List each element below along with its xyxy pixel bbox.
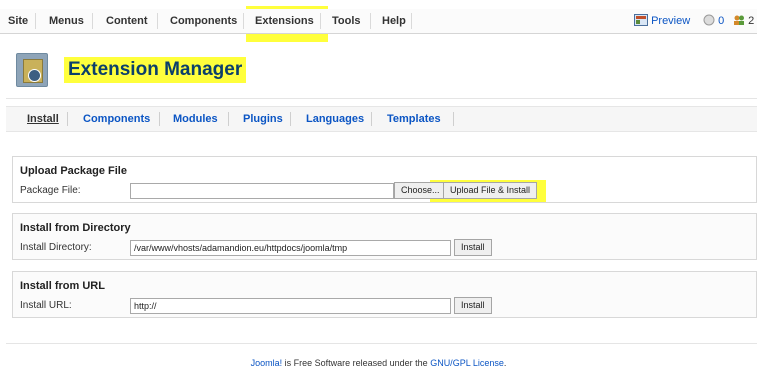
tab-install[interactable]: Install — [27, 112, 59, 126]
upload-install-button[interactable]: Upload File & Install — [443, 182, 538, 199]
directory-panel-title: Install from Directory — [20, 222, 131, 234]
menu-divider — [320, 13, 321, 29]
tab-divider — [67, 112, 68, 126]
menu-divider — [243, 13, 244, 29]
choose-file-button[interactable]: Choose... — [394, 182, 447, 199]
menu-site[interactable]: Site — [6, 12, 30, 30]
package-file-label: Package File: — [20, 185, 81, 196]
install-url-button[interactable]: Install — [454, 297, 492, 314]
tab-templates[interactable]: Templates — [387, 112, 441, 126]
messages-status[interactable]: 0 — [703, 13, 724, 29]
page-title: Extension Manager — [64, 57, 247, 83]
license-link[interactable]: GNU/GPL License — [430, 358, 504, 368]
url-panel-title: Install from URL — [20, 280, 105, 292]
footer-end: . — [503, 358, 507, 368]
footer-text: is Free Software released under the — [282, 358, 431, 368]
page-header: Extension Manager — [6, 44, 757, 99]
menu-components[interactable]: Components — [168, 12, 239, 30]
tab-languages[interactable]: Languages — [306, 112, 364, 126]
footer: Joomla! is Free Software released under … — [0, 358, 757, 368]
tab-components[interactable]: Components — [83, 112, 150, 126]
install-directory-button[interactable]: Install — [454, 239, 492, 256]
footer-divider — [6, 343, 757, 344]
tab-divider — [228, 112, 229, 126]
preview-link[interactable]: Preview — [634, 13, 690, 29]
install-url-panel: Install from URL Install URL: http:// In… — [12, 271, 757, 318]
users-icon — [734, 15, 744, 25]
menu-divider — [92, 13, 93, 29]
menu-divider — [411, 13, 412, 29]
users-status[interactable]: 2 — [733, 13, 754, 29]
tab-modules[interactable]: Modules — [173, 112, 218, 126]
extension-manager-icon — [16, 53, 48, 87]
tab-divider — [453, 112, 454, 126]
menu-content[interactable]: Content — [104, 12, 150, 30]
menu-help[interactable]: Help — [380, 12, 408, 30]
joomla-link[interactable]: Joomla! — [251, 358, 283, 368]
menu-divider — [370, 13, 371, 29]
menu-divider — [157, 13, 158, 29]
package-file-input[interactable] — [130, 183, 394, 199]
install-url-input[interactable]: http:// — [130, 298, 451, 314]
tab-divider — [371, 112, 372, 126]
preview-icon — [634, 14, 648, 26]
tab-divider — [290, 112, 291, 126]
menu-menus[interactable]: Menus — [47, 12, 86, 30]
preview-label[interactable]: Preview — [651, 15, 690, 27]
submenu-tabs: Install Components Modules Plugins Langu… — [6, 106, 757, 132]
install-url-label: Install URL: — [20, 300, 72, 311]
install-directory-input[interactable]: /var/www/vhosts/adamandion.eu/httpdocs/j… — [130, 240, 451, 256]
menu-divider — [35, 13, 36, 29]
install-directory-panel: Install from Directory Install Directory… — [12, 213, 757, 260]
top-menu-bar: Site Menus Content Components Extensions… — [0, 9, 757, 34]
tab-divider — [159, 112, 160, 126]
menu-extensions[interactable]: Extensions — [253, 12, 316, 30]
messages-count: 0 — [718, 15, 725, 27]
tab-plugins[interactable]: Plugins — [243, 112, 283, 126]
users-count: 2 — [748, 15, 755, 27]
upload-package-panel: Upload Package File Package File: Choose… — [12, 156, 757, 203]
install-directory-label: Install Directory: — [20, 242, 92, 253]
messages-icon — [703, 14, 715, 26]
menu-tools[interactable]: Tools — [330, 12, 363, 30]
upload-panel-title: Upload Package File — [20, 165, 127, 177]
